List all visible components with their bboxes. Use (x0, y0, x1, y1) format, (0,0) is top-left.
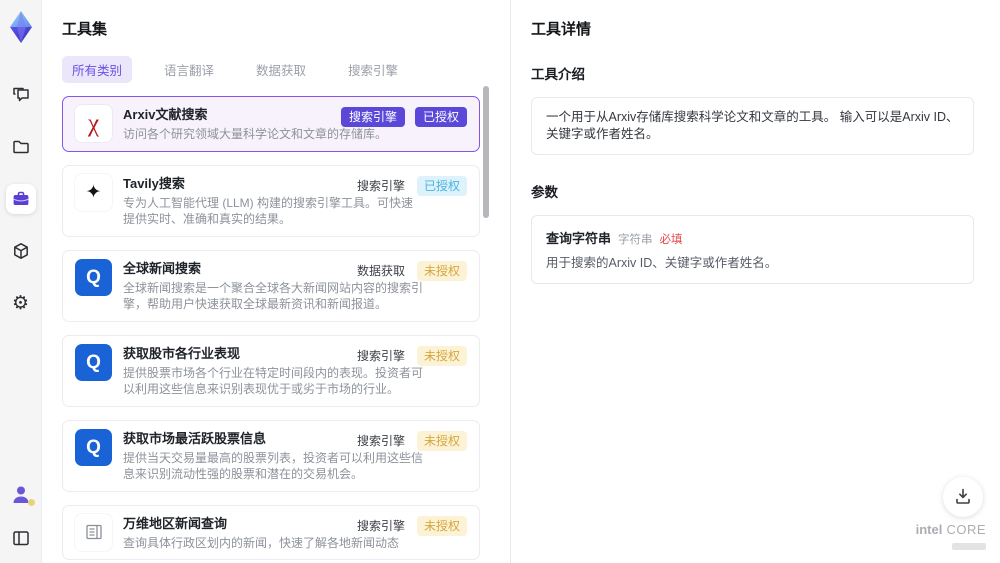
blue-q-icon: Q (75, 428, 112, 466)
sidebar-item-settings[interactable]: ⚙ (6, 288, 36, 318)
page-title: 工具集 (62, 21, 108, 38)
newspaper-icon (75, 513, 112, 551)
blue-q-icon: Q (75, 343, 112, 381)
collapse-sidebar-button[interactable] (6, 523, 36, 553)
tool-auth-badge: 未授权 (416, 345, 467, 366)
sidebar-bottom (6, 479, 36, 553)
category-tabs: 所有类别 语言翻译 数据获取 搜索引擎 (62, 56, 480, 83)
tool-card[interactable]: Q 全球新闻搜索 全球新闻搜索是一个聚合全球各大新闻网站内容的搜索引擎，帮助用户… (62, 249, 480, 322)
tool-category-badge: 搜索引擎 (356, 433, 405, 448)
intro-heading: 工具介绍 (531, 67, 585, 82)
folder-icon (11, 137, 31, 157)
category-tab-1[interactable]: 语言翻译 (154, 56, 224, 83)
app-logo-icon (6, 10, 36, 44)
tool-category-badge: 搜索引擎 (356, 518, 405, 533)
watermark-sub-badge (952, 543, 986, 550)
chat-icon (11, 85, 31, 105)
sidebar: ⚙ (0, 0, 42, 563)
tool-description: 提供当天交易量最高的股票列表，投资者可以利用这些信息来识别流动性强的股票和潜在的… (123, 450, 424, 482)
tool-card[interactable]: 万维地区新闻查询 查询具体行政区划内的新闻，快速了解各地新闻动态 搜索引擎 未授… (62, 504, 480, 560)
tool-auth-badge: 已授权 (414, 107, 467, 127)
tool-description: 提供股票市场各个行业在特定时间段内的表现。投资者可以利用这些信息来识别表现优于或… (123, 365, 424, 397)
briefcase-icon (11, 189, 31, 209)
tool-card[interactable]: ✦ Tavily搜索 专为人工智能代理 (LLM) 构建的搜索引擎工具。可快速提… (62, 164, 480, 237)
gear-icon: ⚙ (11, 291, 30, 314)
status-dot (27, 499, 35, 506)
params-heading: 参数 (531, 185, 558, 200)
tool-description: 查询具体行政区划内的新闻，快速了解各地新闻动态 (123, 535, 400, 550)
intel-core-watermark: intel CORE (916, 522, 986, 555)
tool-auth-badge: 未授权 (416, 515, 467, 536)
sidebar-item-files[interactable] (6, 132, 36, 162)
download-button[interactable] (943, 477, 983, 517)
tool-category-badge: 搜索引擎 (356, 178, 405, 193)
parameter-required-badge: 必填 (659, 234, 683, 246)
account-button[interactable] (6, 479, 36, 509)
download-icon (953, 486, 973, 509)
tool-category-badge: 搜索引擎 (356, 348, 405, 363)
parameter-item: 查询字符串 字符串 必填 用于搜索的Arxiv ID、关键字或作者姓名。 (531, 215, 974, 284)
tool-category-badge: 搜索引擎 (340, 107, 405, 127)
tools-list-panel: 工具集 所有类别 语言翻译 数据获取 搜索引擎 χ Arxiv文献搜索 访问各个研究领… (42, 0, 511, 563)
parameter-description: 用于搜索的Arxiv ID、关键字或作者姓名。 (546, 256, 778, 270)
parameter-type: 字符串 (618, 234, 653, 246)
sidebar-item-tools[interactable] (5, 184, 36, 214)
tool-card[interactable]: Q 获取市场最活跃股票信息 提供当天交易量最高的股票列表，投资者可以利用这些信息… (62, 419, 480, 492)
sidebar-item-plugins[interactable] (6, 236, 36, 266)
category-tab-3[interactable]: 搜索引擎 (338, 56, 408, 83)
tool-list: χ Arxiv文献搜索 访问各个研究领域大量科学论文和文章的存储库。 搜索引擎 … (62, 96, 480, 563)
tool-category-badge: 数据获取 (356, 263, 405, 278)
tool-detail-panel: 工具详情 工具介绍 一个用于从Arxiv存储库搜索科学论文和文章的工具。 输入可… (511, 0, 1000, 563)
tool-description: 访问各个研究领域大量科学论文和文章的存储库。 (123, 127, 388, 141)
tool-description: 专为人工智能代理 (LLM) 构建的搜索引擎工具。可快速提供实时、准确和真实的结… (123, 195, 414, 227)
category-tab-0[interactable]: 所有类别 (62, 56, 133, 83)
user-avatar-icon (9, 482, 35, 506)
tavily-star-icon: ✦ (75, 173, 112, 211)
tool-card[interactable]: Q 获取股市各行业表现 提供股票市场各个行业在特定时间段内的表现。投资者可以利用… (62, 334, 480, 407)
tool-auth-badge: 未授权 (416, 260, 467, 281)
app-window: ⚙ 工具集 所有类别 语言翻译 数据获取 搜索引擎 χ Arxiv文献搜索 访问… (0, 0, 1000, 563)
tool-auth-badge: 未授权 (416, 430, 467, 451)
blue-q-icon: Q (75, 258, 112, 296)
core-product-text: CORE (946, 522, 986, 537)
tool-card[interactable]: χ Arxiv文献搜索 访问各个研究领域大量科学论文和文章的存储库。 搜索引擎 … (62, 96, 480, 152)
cube-icon (11, 241, 31, 261)
intel-brand-text: intel (915, 522, 943, 537)
parameter-name: 查询字符串 (546, 231, 612, 246)
tool-intro-text: 一个用于从Arxiv存储库搜索科学论文和文章的工具。 输入可以是Arxiv ID… (531, 97, 974, 155)
tool-auth-badge: 已授权 (416, 175, 467, 196)
arxiv-logo-icon: χ (75, 105, 112, 142)
tool-description: 全球新闻搜索是一个聚合全球各大新闻网站内容的搜索引擎，帮助用户快速获取全球最新资… (123, 280, 424, 312)
scrollbar-thumb[interactable] (483, 86, 489, 218)
category-tab-2[interactable]: 数据获取 (246, 56, 316, 83)
sidebar-item-chat[interactable] (6, 80, 36, 110)
panel-collapse-icon (11, 528, 31, 548)
sidebar-nav: ⚙ (5, 80, 36, 318)
detail-title: 工具详情 (531, 21, 592, 38)
